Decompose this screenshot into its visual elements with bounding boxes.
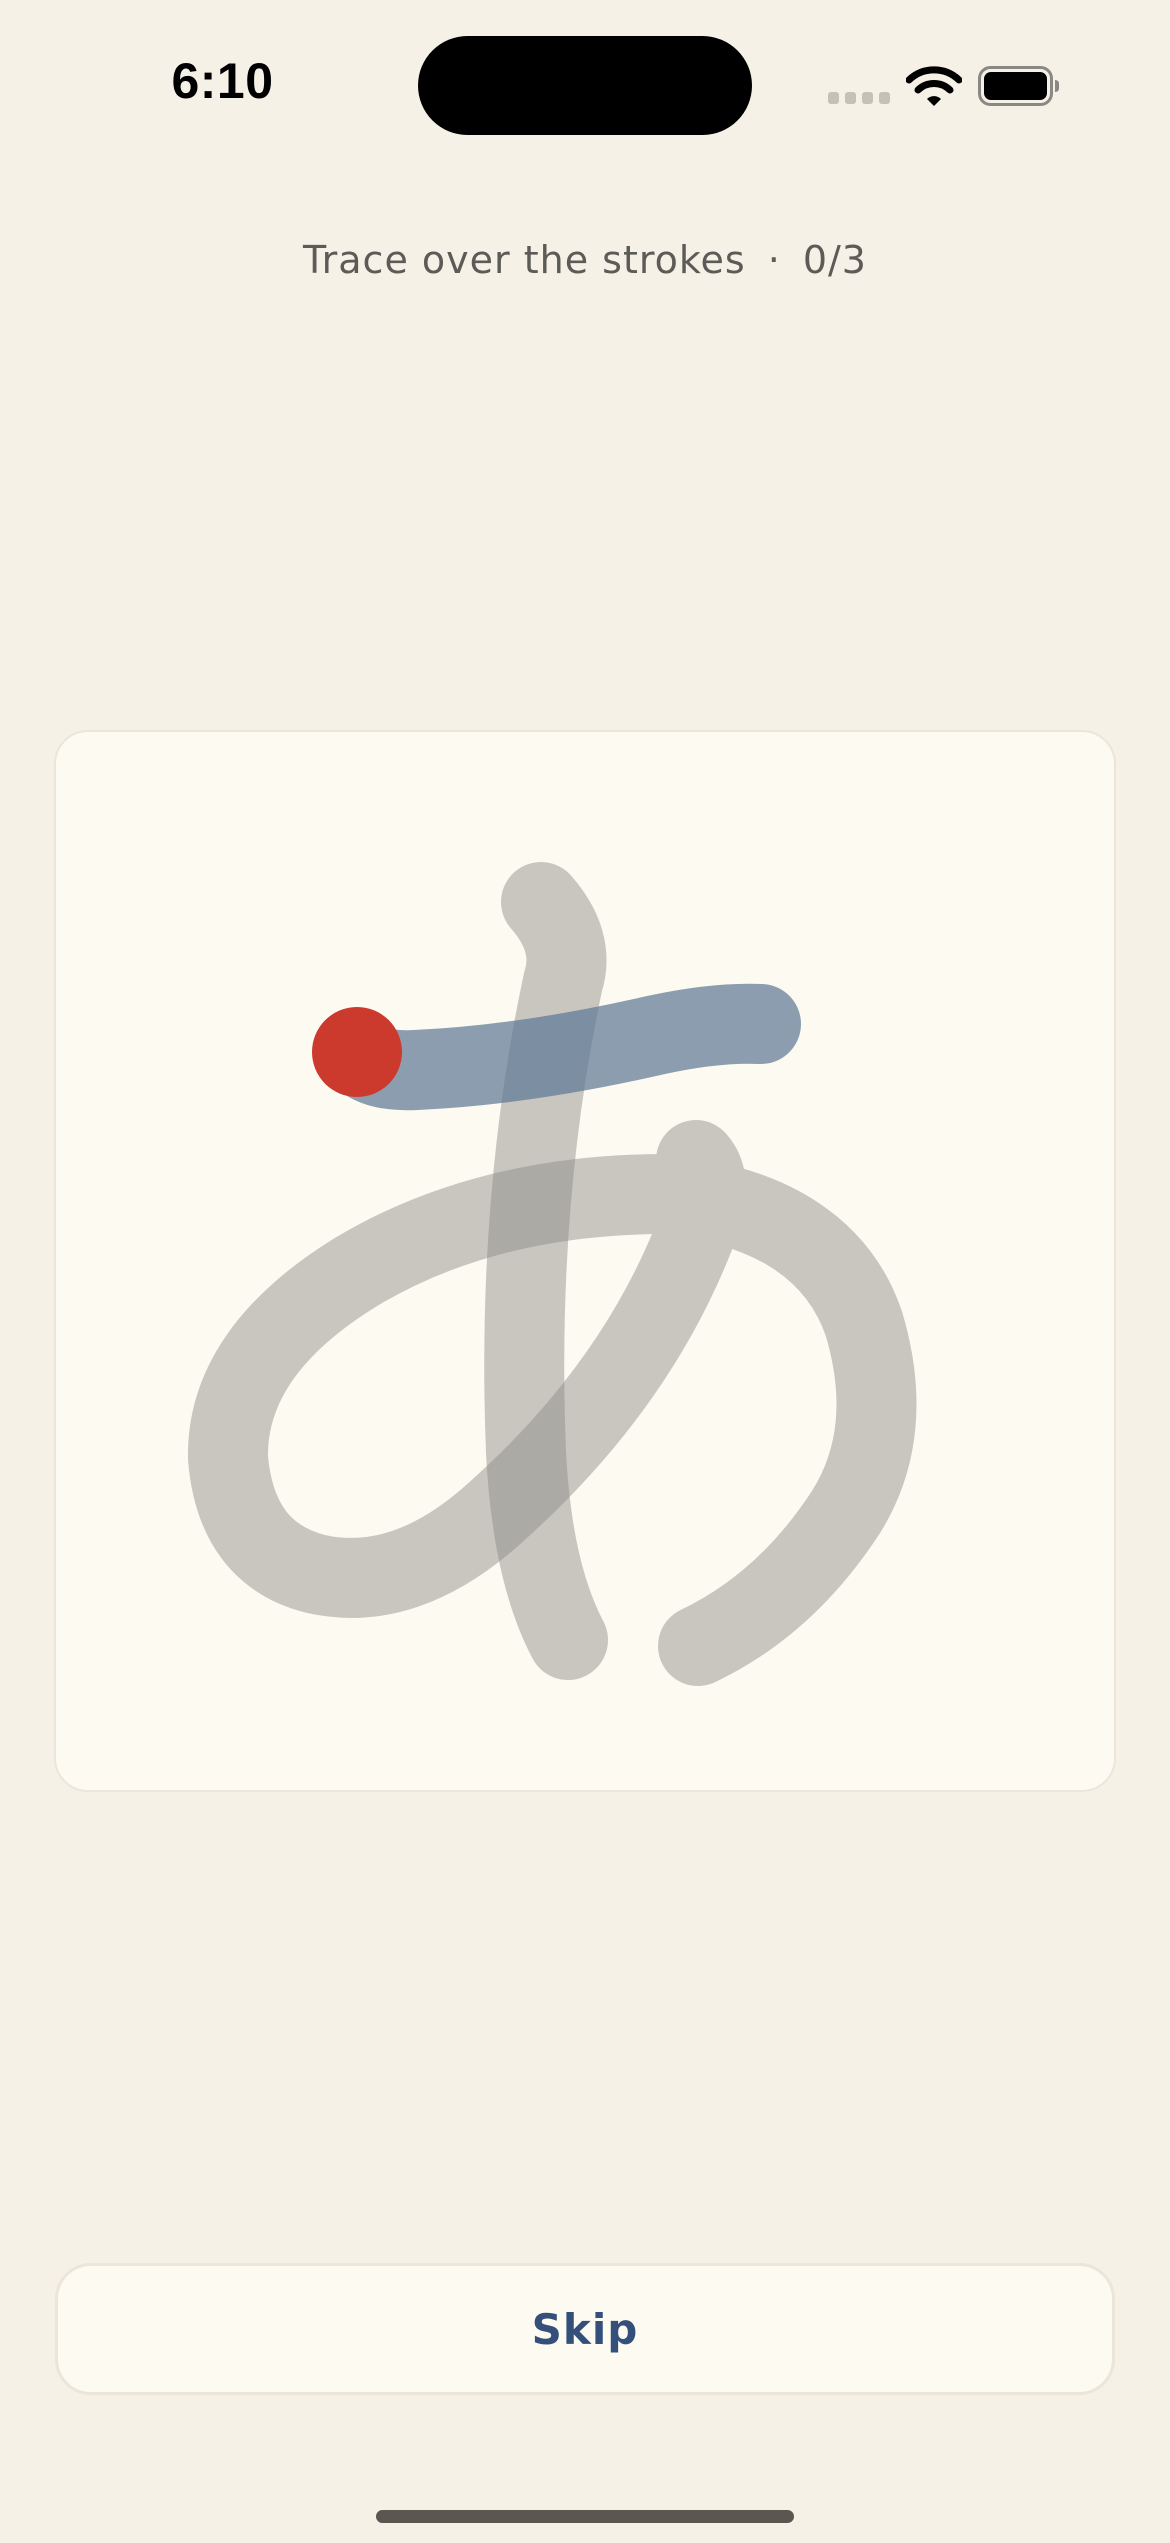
wifi-icon: [906, 66, 962, 106]
stroke-progress: 0/3: [802, 238, 867, 282]
stroke-start-dot[interactable]: [312, 1007, 402, 1097]
trace-instruction: Trace over the strokes · 0/3: [0, 238, 1170, 282]
cellular-signal-icon: [828, 90, 890, 104]
active-stroke-1: [322, 983, 801, 1111]
character-strokes[interactable]: [56, 732, 1116, 1792]
tracing-canvas[interactable]: [54, 730, 1116, 1792]
skip-button[interactable]: Skip: [55, 2263, 1115, 2395]
instruction-text: Trace over the strokes: [303, 238, 746, 282]
status-bar: 6:10: [0, 0, 1170, 170]
separator-dot: ·: [767, 238, 781, 282]
dynamic-island: [418, 36, 752, 135]
status-time: 6:10: [171, 53, 274, 109]
home-indicator[interactable]: [376, 2510, 794, 2523]
battery-full-icon: [978, 66, 1059, 106]
